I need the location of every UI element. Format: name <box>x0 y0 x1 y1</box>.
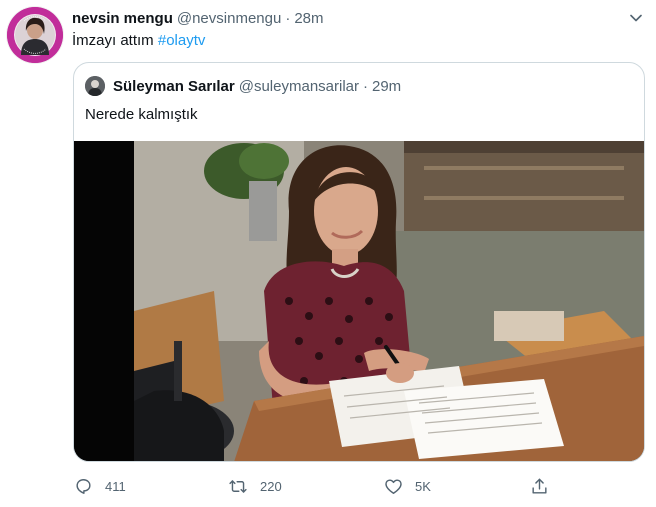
author-handle[interactable]: @nevsinmengu <box>177 10 281 27</box>
reply-icon <box>76 478 91 494</box>
separator: · <box>363 77 368 95</box>
tweet-header: nevsin mengu @nevsinmengu · 28m <box>72 8 324 28</box>
more-options-button[interactable] <box>626 8 646 28</box>
profile-photo-avatar-icon <box>85 76 105 96</box>
hashtag-link[interactable]: #olaytv <box>158 32 206 49</box>
quoted-tweet-time: 29m <box>372 77 402 95</box>
like-count: 5K <box>415 478 431 494</box>
quoted-tweet[interactable]: Süleyman Sarılar @suleymansarilar · 29m … <box>73 62 645 462</box>
like-button[interactable]: 5K <box>384 472 431 500</box>
reply-button[interactable]: 411 <box>74 472 126 500</box>
retweet-button[interactable]: 220 <box>228 472 282 500</box>
share-icon <box>532 478 547 494</box>
retweet-count: 220 <box>260 478 282 494</box>
share-button[interactable] <box>530 472 549 500</box>
tweet-time[interactable]: 28m <box>294 10 323 27</box>
quoted-tweet-media[interactable] <box>74 141 644 461</box>
reply-count: 411 <box>105 478 126 494</box>
quoted-author-handle: @suleymansarilar <box>238 77 359 95</box>
author-avatar[interactable] <box>7 7 63 63</box>
tweet[interactable]: nevsin mengu @nevsinmengu · 28m İmzayı a… <box>0 0 656 507</box>
photo-woman-signing-document-icon <box>74 141 644 461</box>
tweet-body: İmzayı attım <box>72 32 154 49</box>
retweet-icon <box>229 479 247 493</box>
tweet-text: İmzayı attım #olaytv <box>72 31 205 51</box>
author-name[interactable]: nevsin mengu <box>72 10 173 27</box>
quoted-tweet-header: Süleyman Sarılar @suleymansarilar · 29m <box>85 75 401 97</box>
profile-photo-avatar-icon <box>7 7 63 63</box>
quoted-author-avatar <box>85 76 105 96</box>
heart-icon <box>385 478 402 494</box>
quoted-author-name: Süleyman Sarılar <box>113 77 235 95</box>
separator: · <box>285 9 291 27</box>
chevron-down-icon <box>630 14 642 22</box>
tweet-actions: 411 220 5K <box>72 472 552 500</box>
quoted-tweet-text: Nerede kalmıştık <box>85 106 198 123</box>
